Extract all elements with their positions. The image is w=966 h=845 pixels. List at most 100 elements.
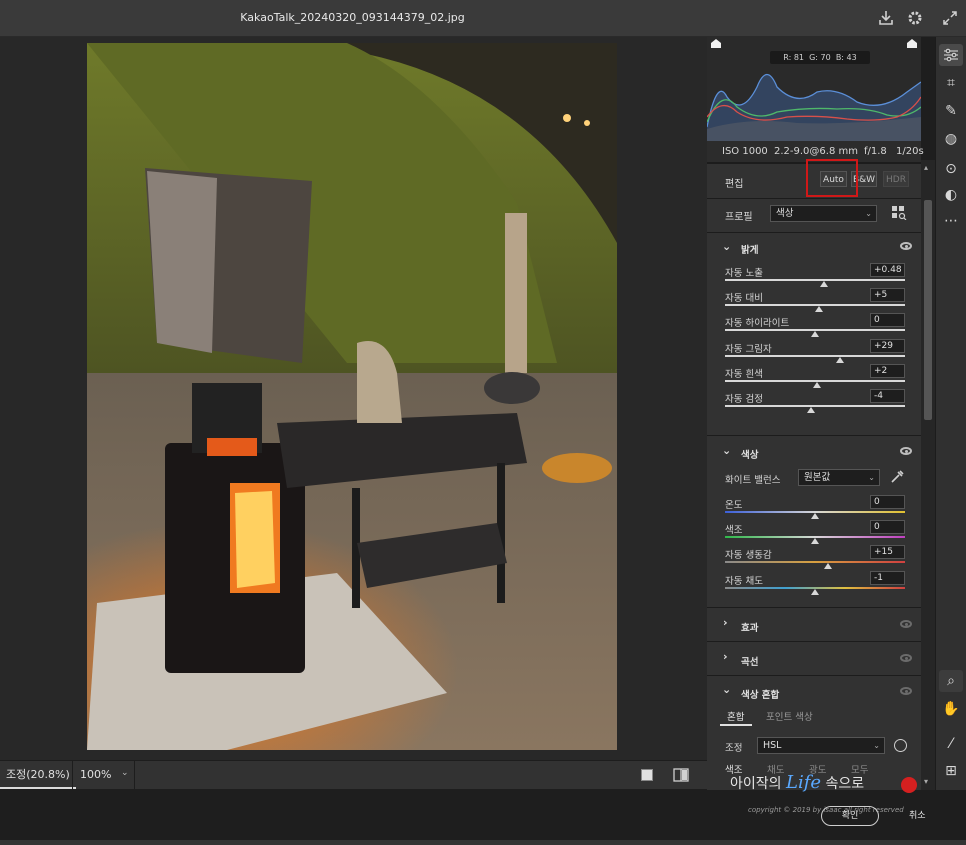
scroll-up-icon[interactable]: ▴ [924,163,928,172]
scroll-down-icon[interactable]: ▾ [924,777,928,786]
profile-browser-icon[interactable] [892,206,907,221]
profile-label: 프로필 [725,212,753,223]
watermark-life: Life [785,772,822,793]
eye-icon[interactable] [900,620,912,628]
rgb-readout: R: 81 G: 70 B: 43 [770,51,870,64]
edit-sliders-icon[interactable] [939,44,963,66]
zoom-fit-tab[interactable]: 조정(20.8%) [0,761,76,789]
sampler-icon[interactable]: ⁄ [939,733,963,755]
slider-value-field[interactable]: -4 [870,389,905,403]
slider-value-field[interactable]: 0 [870,313,905,328]
cancel-button[interactable]: 취소 [909,808,926,821]
divider [72,761,73,789]
white-balance-value: 원본값 [804,472,831,483]
slider-label: 온도 [725,500,743,511]
healing-brush-icon[interactable]: ✎ [939,100,963,122]
chevron-down-icon: ⌄ [868,473,875,482]
ok-button[interactable]: 확인 [821,806,879,826]
mask-icon[interactable]: ◍ [939,128,963,150]
slider-label: 자동 하이라이트 [725,318,790,330]
canvas-bottom-bar: 조정(20.8%) 100% ⌄ [0,760,707,789]
chevron-down-icon: ⌄ [873,741,880,750]
effects-section[interactable] [707,607,921,641]
chevron-down-icon[interactable]: ⌄ [722,683,731,696]
slider-thumb[interactable] [811,513,819,519]
chevron-down-icon[interactable]: ⌄ [121,768,129,778]
slider-thumb[interactable] [814,306,823,313]
slider-value-field[interactable]: -1 [870,570,905,585]
lens-value: 2.2-9.0@6.8 mm [774,146,858,157]
slider-label: 자동 생동감 [725,550,772,562]
slider-value-field[interactable]: 0 [870,520,905,535]
expand-icon[interactable] [941,9,959,27]
curve-section[interactable] [707,641,921,675]
photo-preview[interactable] [87,43,617,750]
save-icon[interactable] [877,9,895,27]
slider-thumb[interactable] [812,381,821,388]
red-eye-icon[interactable]: ⊙ [939,158,963,180]
hdr-button[interactable]: HDR [883,171,909,187]
aperture-value: f/1.8 [864,146,887,157]
zoom-icon[interactable]: ⌕ [939,670,963,692]
slider-thumb[interactable] [807,407,816,413]
chevron-down-icon: ⌄ [865,209,872,218]
crop-icon[interactable]: ⌗ [939,72,963,94]
chevron-right-icon[interactable]: › [723,616,728,629]
slider-value-field[interactable]: +29 [870,338,905,353]
chevron-down-icon[interactable]: ⌄ [722,444,731,457]
eye-icon[interactable] [900,687,912,695]
tab-underline [720,724,752,726]
slider-value-field[interactable]: +15 [870,545,905,560]
eye-icon[interactable] [900,242,912,250]
color-title[interactable]: 색상 [741,447,758,461]
compare-view-icon[interactable] [673,768,689,782]
more-icon[interactable]: ⋯ [939,210,963,232]
mixer-adjust-value: HSL [763,740,782,751]
slider-label: 자동 대비 [725,293,763,305]
slider-thumb[interactable] [811,538,819,545]
hand-icon[interactable]: ✋ [939,698,963,720]
watermark-pre: 아이작의 [730,776,782,792]
profile-select[interactable]: 색상 ⌄ [770,205,877,222]
mixer-adjust-select[interactable]: HSL ⌄ [757,737,885,754]
mixer-title[interactable]: 색상 혼합 [741,687,779,701]
target-adjust-icon[interactable] [894,739,907,752]
slider-thumb[interactable] [811,331,819,338]
effects-title[interactable]: 효과 [741,620,758,634]
tab-mix[interactable]: 혼합 [727,709,744,723]
presets-icon[interactable]: ◐ [939,184,963,206]
edit-label: 편집 [725,179,744,190]
grid-icon[interactable]: ⊞ [939,760,963,782]
scrollbar-thumb[interactable] [924,200,932,420]
curve-title[interactable]: 곡선 [741,654,758,668]
chevron-down-icon[interactable]: ⌄ [722,240,731,253]
slider-value-field[interactable]: +2 [870,363,905,378]
single-view-icon[interactable] [641,769,653,781]
gear-icon[interactable] [906,9,924,27]
eyedropper-icon[interactable] [889,469,905,485]
watermark: 아이작의 Life 속으로 [730,772,864,793]
slider-thumb[interactable] [811,588,819,595]
zoom-level[interactable]: 100% [80,761,111,789]
r-value: R: 81 [783,53,804,62]
slider-track[interactable] [725,561,905,564]
slider-track[interactable] [725,354,905,357]
g-value: G: 70 [809,53,831,62]
light-title[interactable]: 밝게 [741,242,758,256]
eye-icon[interactable] [900,654,912,662]
slider-label: 자동 채도 [725,575,763,587]
slider-thumb[interactable] [820,281,828,287]
eye-icon[interactable] [900,447,912,455]
slider-track[interactable] [725,279,905,281]
slider-thumb[interactable] [836,356,845,363]
footer-line [0,840,966,845]
chevron-right-icon[interactable]: › [723,650,728,663]
highlight-box [806,159,858,197]
slider-thumb[interactable] [823,563,832,570]
slider-value-field[interactable]: 0 [870,495,905,509]
slider-value-field[interactable]: +5 [870,288,905,303]
profile-value: 색상 [776,208,794,219]
white-balance-select[interactable]: 원본값 ⌄ [798,469,880,486]
tab-point-color[interactable]: 포인트 색상 [766,709,813,723]
slider-value-field[interactable]: +0.48 [870,263,905,277]
